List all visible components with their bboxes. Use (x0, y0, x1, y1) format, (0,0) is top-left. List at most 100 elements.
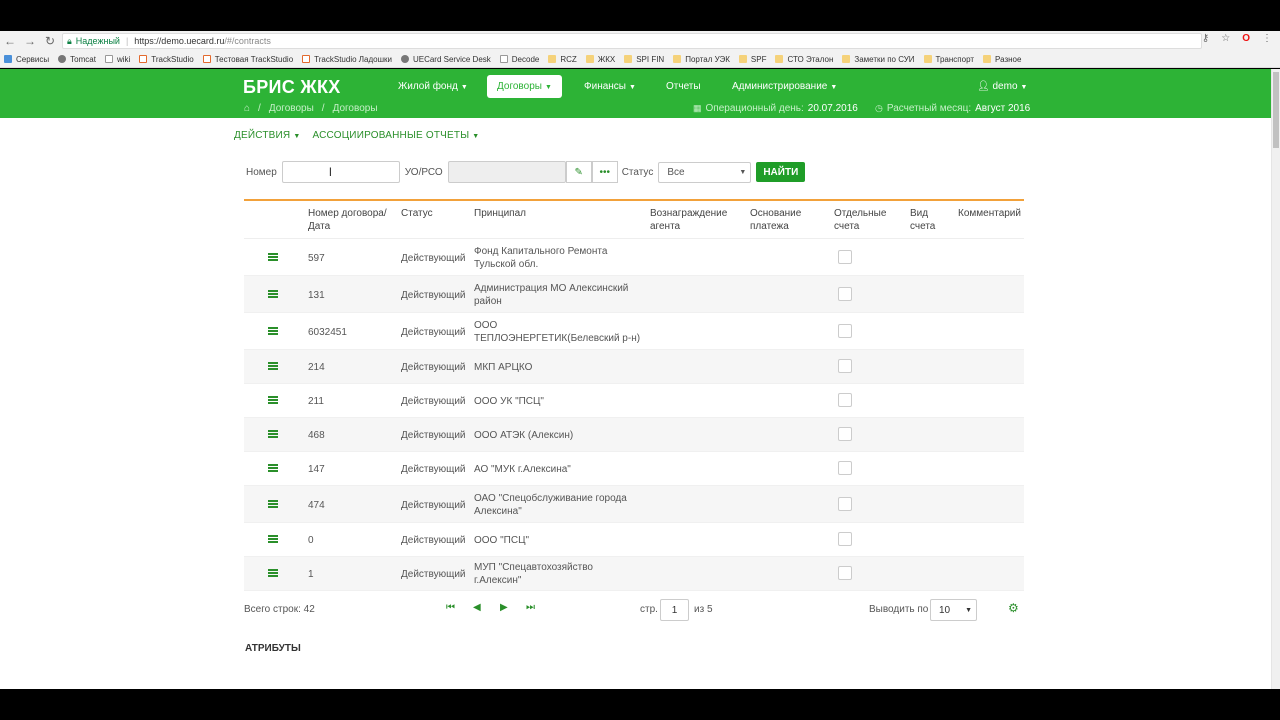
page-input[interactable]: 1 (660, 599, 689, 621)
number-input[interactable]: I (281, 161, 400, 183)
opera-icon[interactable]: O (1242, 33, 1250, 44)
table-row[interactable]: 468 Действующий ООО АТЭК (Алексин) (244, 418, 1024, 452)
table-row[interactable]: 214 Действующий МКП АРЦКО (244, 350, 1024, 384)
clear-button[interactable]: ✎ (565, 161, 592, 183)
status-select[interactable]: Все ▼ (658, 161, 752, 183)
bookmark-item[interactable]: Заметки по СУИ (842, 55, 915, 64)
home-icon[interactable]: ⌂ (244, 103, 250, 114)
bookmark-item[interactable]: Транспорт (923, 55, 974, 64)
bookmark-item[interactable]: RCZ (548, 55, 577, 64)
contract-number[interactable]: 131 (308, 289, 325, 302)
nav-finance[interactable]: Финансы ▼ (574, 75, 646, 98)
row-menu-icon[interactable] (268, 535, 278, 543)
gear-icon[interactable]: ⚙ (1008, 601, 1019, 615)
bookmark-item[interactable]: СТО Эталон (775, 55, 833, 64)
table-row[interactable]: 131 Действующий Администрация МО Алексинск… (244, 276, 1024, 313)
table-row[interactable]: 0 Действующий ООО "ПСЦ" (244, 523, 1024, 557)
column-header-status[interactable]: Статус (401, 207, 433, 220)
row-menu-icon[interactable] (268, 430, 278, 438)
column-header-kind[interactable]: Вид счета (910, 207, 946, 233)
nav-reports[interactable]: Отчеты (656, 75, 711, 98)
first-page-icon[interactable]: ⏮ (446, 602, 455, 613)
bookmark-item[interactable]: ЖКХ (585, 55, 615, 64)
bookmark-item[interactable]: Decode (499, 55, 539, 64)
nav-contracts[interactable]: Договоры ▼ (487, 75, 562, 98)
row-menu-icon[interactable] (268, 464, 278, 472)
menu-dots-icon[interactable]: ⋮ (1262, 33, 1272, 44)
bookmark-item[interactable]: Тестовая TrackStudio (202, 55, 293, 64)
bookmark-item[interactable]: UECard Service Desk (400, 55, 491, 64)
nav-admin[interactable]: Администрирование ▼ (722, 75, 847, 98)
forward-icon[interactable]: → (20, 34, 40, 48)
column-header-comment[interactable]: Комментарий (958, 207, 1021, 220)
bookmark-item[interactable]: TrackStudio Ладошки (302, 55, 392, 64)
table-row[interactable]: 474 Действующий ОАО "Спецобслуживание горо… (244, 486, 1024, 523)
separate-accounts-checkbox[interactable] (838, 496, 852, 511)
next-page-icon[interactable]: ▶ (500, 602, 508, 613)
separate-accounts-checkbox[interactable] (838, 286, 852, 301)
contract-number[interactable]: 597 (308, 252, 325, 265)
separate-accounts-checkbox[interactable] (838, 323, 852, 338)
column-header-principal[interactable]: Принципал (474, 207, 526, 220)
bookmark-item[interactable]: Tomcat (58, 55, 96, 64)
contract-number[interactable]: 468 (308, 429, 325, 442)
scrollbar-thumb[interactable] (1273, 72, 1279, 148)
row-menu-icon[interactable] (268, 289, 278, 298)
address-bar[interactable]: 🔒︎ Надежный | https://demo.uecard.ru /#/… (62, 33, 1202, 49)
breadcrumb-item[interactable]: Договоры (333, 103, 378, 114)
last-page-icon[interactable]: ⏭ (526, 602, 535, 613)
separate-accounts-checkbox[interactable] (838, 393, 852, 407)
separate-accounts-checkbox[interactable] (838, 532, 852, 546)
reports-dropdown[interactable]: АССОЦИИРОВАННЫЕ ОТЧЕТЫ ▼ (312, 130, 479, 141)
per-page-select[interactable]: 10 ▼ (930, 599, 977, 621)
row-menu-icon[interactable] (268, 569, 278, 577)
column-header-basis[interactable]: Основание платежа (750, 207, 810, 233)
table-row[interactable]: 1 Действующий МУП "Спецавтохозяйство г.Але… (244, 557, 1024, 591)
find-button[interactable]: НАЙТИ (756, 162, 806, 182)
contract-number[interactable]: 211 (308, 395, 324, 408)
reload-icon[interactable]: ↻ (40, 34, 60, 48)
row-menu-icon[interactable] (268, 396, 278, 404)
contract-number[interactable]: 1 (308, 568, 314, 581)
separate-accounts-checkbox[interactable] (838, 427, 852, 441)
bookmark-item[interactable]: TrackStudio (139, 55, 194, 64)
contract-number[interactable]: 6032451 (308, 326, 347, 339)
column-header-reward[interactable]: Вознаграждение агента (650, 207, 734, 233)
user-menu[interactable]: 👤︎ demo ▼ (977, 75, 1027, 98)
actions-dropdown[interactable]: ДЕЙСТВИЯ ▼ (234, 130, 300, 141)
separate-accounts-checkbox[interactable] (838, 566, 852, 580)
table-row[interactable]: 147 Действующий АО "МУК г.Алексина" (244, 452, 1024, 486)
separate-accounts-checkbox[interactable] (838, 359, 852, 373)
row-menu-icon[interactable] (268, 252, 278, 261)
column-header-separate[interactable]: Отдельные счета (834, 207, 894, 233)
contract-number[interactable]: 214 (308, 361, 325, 374)
separate-accounts-checkbox[interactable] (838, 461, 852, 475)
table-row[interactable]: 6032451 Действующий ООО ТЕПЛОЭНЕРГЕТИК(Бел… (244, 313, 1024, 350)
separate-accounts-checkbox[interactable] (838, 249, 852, 264)
contract-number[interactable]: 147 (308, 463, 325, 476)
contract-number[interactable]: 0 (308, 534, 314, 547)
bookmark-item[interactable]: Сервисы (4, 55, 49, 64)
page-scrollbar[interactable] (1271, 69, 1280, 689)
column-header-number[interactable]: Номер договора/ Дата (308, 207, 388, 233)
bookmark-item[interactable]: Портал УЭК (673, 55, 730, 64)
contract-number[interactable]: 474 (308, 499, 325, 512)
prev-page-icon[interactable]: ◀ (473, 602, 481, 613)
table-row[interactable]: 597 Действующий Фонд Капитального Ремонта … (244, 239, 1024, 276)
key-icon[interactable]: ⚷ (1202, 33, 1209, 44)
row-menu-icon[interactable] (268, 362, 278, 370)
back-icon[interactable]: ← (0, 34, 20, 48)
table-row[interactable]: 211 Действующий ООО УК "ПСЦ" (244, 384, 1024, 418)
row-menu-icon[interactable] (268, 499, 278, 508)
bookmark-item[interactable]: wiki (104, 55, 130, 64)
uo-rso-input[interactable] (447, 161, 566, 183)
bookmark-item[interactable]: Разное (983, 55, 1021, 64)
row-menu-icon[interactable] (268, 326, 278, 335)
bookmark-item[interactable]: SPF (738, 55, 766, 64)
bookmark-item[interactable]: SPI FIN (624, 55, 664, 64)
star-icon[interactable]: ☆ (1221, 33, 1230, 44)
more-button[interactable]: ••• (591, 161, 618, 183)
breadcrumb-item[interactable]: Договоры (269, 103, 314, 114)
nav-housing[interactable]: Жилой фонд ▼ (388, 75, 478, 98)
brand-logo[interactable]: БРИС ЖКХ (243, 77, 341, 98)
